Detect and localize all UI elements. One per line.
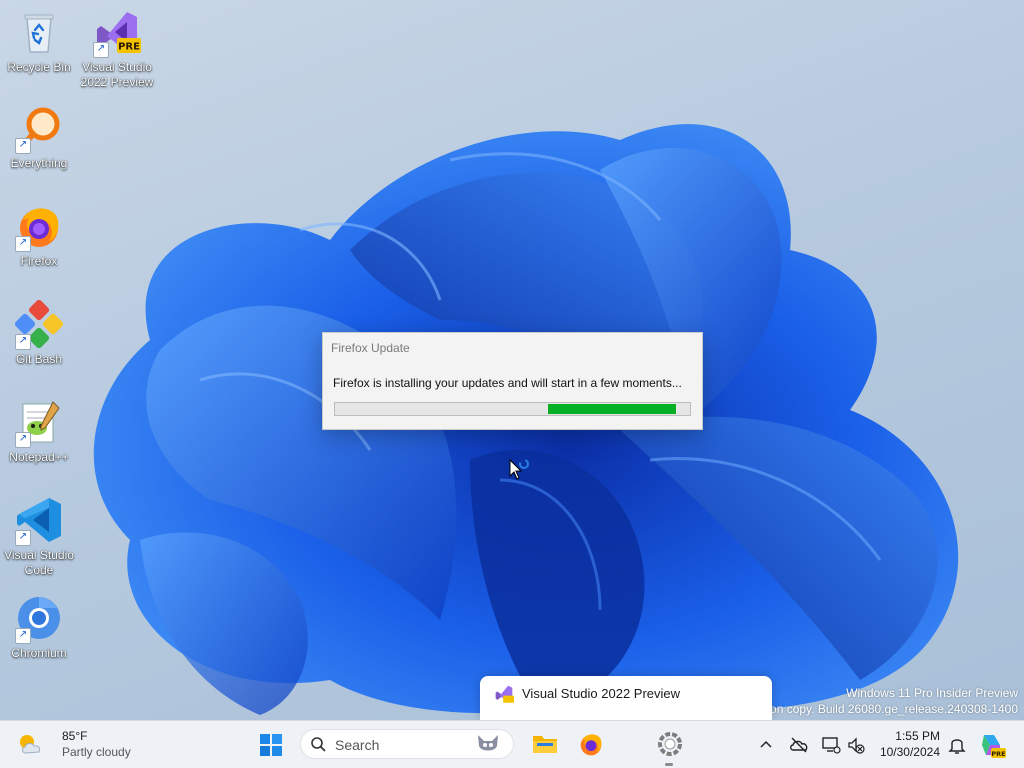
everything-magnifier-icon: ↗ bbox=[15, 104, 63, 154]
visual-studio-preview-icon: PRE ↗ bbox=[93, 8, 141, 58]
firefox-icon[interactable] bbox=[578, 731, 604, 757]
taskbar-preview[interactable]: Visual Studio 2022 Preview bbox=[480, 676, 772, 720]
desktop-icon-label: Notepad++ bbox=[9, 450, 69, 464]
desktop-icon-label: Everything bbox=[10, 156, 68, 170]
preview-title: Visual Studio 2022 Preview bbox=[522, 686, 681, 701]
visual-studio-installer-icon[interactable] bbox=[657, 731, 683, 757]
volume-muted-icon[interactable] bbox=[846, 735, 866, 755]
desktop-icon-notepad-plus-plus[interactable]: ↗ Notepad++ bbox=[1, 398, 77, 465]
taskbar-search-box[interactable]: Search bbox=[300, 729, 514, 759]
chromium-icon: ↗ bbox=[15, 594, 63, 644]
desktop-icon-firefox[interactable]: ↗ Firefox bbox=[1, 202, 77, 269]
desktop-icon-label: Firefox bbox=[20, 254, 58, 268]
notifications-icon[interactable] bbox=[948, 735, 966, 755]
desktop-icon-everything[interactable]: ↗ Everything bbox=[1, 104, 77, 171]
pre-badge: PRE bbox=[118, 42, 140, 53]
search-icon bbox=[311, 737, 326, 752]
svg-text:PRE: PRE bbox=[991, 750, 1005, 758]
shortcut-arrow-icon: ↗ bbox=[15, 432, 31, 448]
update-progress-bar bbox=[334, 402, 691, 416]
search-placeholder: Search bbox=[335, 737, 380, 753]
mouse-cursor-busy-icon bbox=[509, 459, 529, 480]
start-icon[interactable] bbox=[259, 733, 283, 757]
network-icon[interactable] bbox=[821, 735, 841, 755]
clock-time[interactable]: 1:55 PM bbox=[895, 729, 940, 743]
clock-date[interactable]: 10/30/2024 bbox=[880, 745, 940, 759]
desktop-icon-label: Visual Studio Code bbox=[4, 548, 74, 577]
shortcut-arrow-icon: ↗ bbox=[15, 628, 31, 644]
file-explorer-icon[interactable] bbox=[532, 731, 558, 755]
git-bash-icon: ↗ bbox=[14, 299, 64, 350]
partly-cloudy-icon bbox=[20, 735, 41, 754]
vscode-icon: ↗ bbox=[15, 496, 63, 546]
desktop-icon-visual-studio-2022-preview[interactable]: PRE ↗ Visual Studio 2022 Preview bbox=[79, 8, 155, 90]
firefox-update-dialog[interactable]: Firefox Update Firefox is installing you… bbox=[322, 332, 703, 430]
dialog-title: Firefox Update bbox=[331, 341, 410, 355]
shortcut-arrow-icon: ↗ bbox=[93, 42, 109, 58]
running-indicator bbox=[665, 763, 673, 766]
shortcut-arrow-icon: ↗ bbox=[15, 138, 31, 154]
desktop-icon-label: Recycle Bin bbox=[7, 60, 71, 74]
desktop-icon-visual-studio-code[interactable]: ↗ Visual Studio Code bbox=[1, 496, 77, 578]
taskbar: 85°F Partly cloudy Search 1:55 PM 10/30/… bbox=[0, 720, 1024, 768]
search-highlight-icon bbox=[478, 735, 498, 751]
desktop-icon-chromium[interactable]: ↗ Chromium bbox=[1, 594, 77, 661]
desktop-icon-recycle-bin[interactable]: Recycle Bin bbox=[1, 8, 77, 75]
weather-condition: Partly cloudy bbox=[62, 745, 131, 759]
visual-studio-preview-icon bbox=[495, 685, 514, 703]
shortcut-arrow-icon: ↗ bbox=[15, 236, 31, 252]
onedrive-icon[interactable] bbox=[789, 736, 809, 754]
dialog-message: Firefox is installing your updates and w… bbox=[333, 376, 682, 390]
shortcut-arrow-icon: ↗ bbox=[15, 334, 31, 350]
watermark-edition: Windows 11 Pro Insider Preview bbox=[846, 686, 1018, 700]
desktop-icon-label: Chromium bbox=[11, 646, 67, 660]
desktop-icon-label: Visual Studio 2022 Preview bbox=[80, 60, 154, 89]
firefox-icon: ↗ bbox=[15, 202, 63, 252]
notepad-plus-plus-icon: ↗ bbox=[15, 398, 63, 448]
copilot-icon[interactable]: PRE bbox=[978, 731, 1006, 759]
chevron-up-icon[interactable] bbox=[759, 738, 773, 752]
desktop-icon-git-bash[interactable]: ↗ Git Bash bbox=[1, 299, 77, 367]
weather-temperature: 85°F bbox=[62, 729, 88, 743]
recycle-bin-icon bbox=[15, 8, 63, 56]
progress-fill bbox=[548, 404, 676, 414]
shortcut-arrow-icon: ↗ bbox=[15, 530, 31, 546]
desktop-icon-label: Git Bash bbox=[15, 352, 63, 366]
desktop: Recycle Bin PRE ↗ Visual Studio 2022 Pre… bbox=[0, 0, 1024, 720]
watermark-build: ation copy. Build 26080.ge_release.24030… bbox=[757, 702, 1018, 716]
weather-widget[interactable]: 85°F Partly cloudy bbox=[12, 721, 142, 768]
